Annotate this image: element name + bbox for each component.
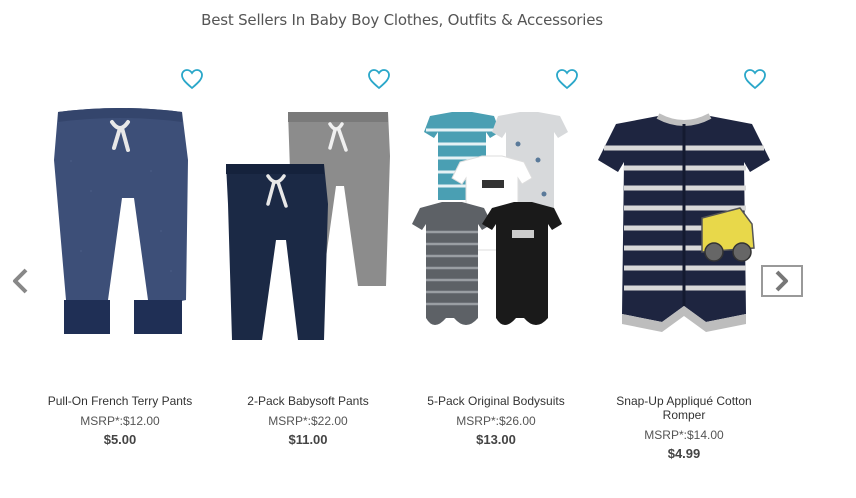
product-price: $5.00	[103, 432, 137, 447]
product-price: $11.00	[288, 432, 328, 447]
product-price: $4.99	[667, 446, 701, 461]
product-name[interactable]: 2-Pack Babysoft Pants	[218, 394, 398, 408]
product-msrp: MSRP*:$22.00	[268, 414, 348, 428]
product-image-babysoft-pants[interactable]	[218, 100, 398, 350]
chevron-left-icon	[13, 268, 28, 294]
product-name[interactable]: 5-Pack Original Bodysuits	[406, 394, 586, 408]
product-name[interactable]: Pull-On French Terry Pants	[30, 394, 210, 408]
section-title: Best Sellers In Baby Boy Clothes, Outfit…	[201, 11, 603, 29]
product-card[interactable]: 5-Pack Original Bodysuits MSRP*:$26.00 $…	[406, 60, 586, 480]
product-msrp: MSRP*:$12.00	[80, 414, 160, 428]
product-image-terry-pants[interactable]	[30, 100, 210, 350]
product-image-romper[interactable]	[594, 100, 774, 350]
heart-icon[interactable]	[743, 68, 767, 90]
product-card[interactable]: Snap-Up Appliqué Cotton Romper MSRP*:$14…	[594, 60, 774, 480]
product-card[interactable]: 2-Pack Babysoft Pants MSRP*:$22.00 $11.0…	[218, 60, 398, 480]
heart-icon[interactable]	[367, 68, 391, 90]
product-price: $13.00	[476, 432, 516, 447]
product-card[interactable]: Pull-On French Terry Pants MSRP*:$12.00 …	[30, 60, 210, 480]
product-msrp: MSRP*:$14.00	[644, 428, 724, 442]
product-image-bodysuits[interactable]	[406, 100, 586, 350]
heart-icon[interactable]	[180, 68, 204, 90]
product-name[interactable]: Snap-Up Appliqué Cotton Romper	[594, 394, 774, 422]
product-msrp: MSRP*:$26.00	[456, 414, 536, 428]
heart-icon[interactable]	[555, 68, 579, 90]
chevron-right-icon	[775, 270, 788, 292]
